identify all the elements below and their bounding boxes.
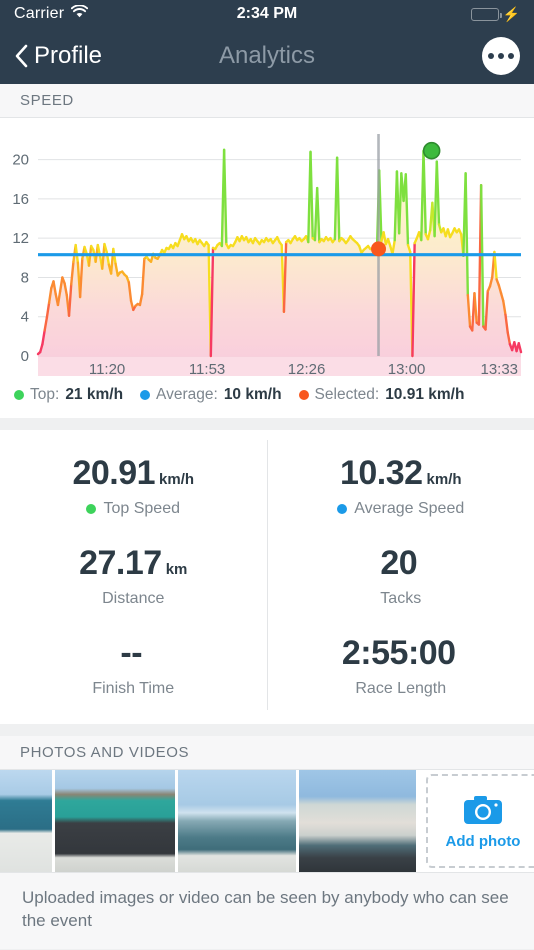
more-dot <box>508 53 514 59</box>
stat-tacks: 20 Tacks <box>266 530 534 620</box>
stat-label: Top Speed <box>86 500 180 518</box>
more-dot <box>498 53 504 59</box>
chart-legend: Top: 21 km/h Average: 10 km/h Selected: … <box>0 376 534 418</box>
camera-icon <box>464 795 502 824</box>
stat-label-text: Race Length <box>355 680 447 697</box>
section-divider <box>0 724 534 736</box>
stat-value: 20 <box>380 544 421 583</box>
stat-distance: 27.17 km Distance <box>0 530 267 620</box>
stat-number: 27.17 <box>79 544 162 582</box>
legend-label-top: Top: <box>30 386 60 403</box>
svg-text:12: 12 <box>12 230 29 247</box>
stat-value: -- <box>120 634 146 673</box>
stat-average-speed: 10.32 km/h Average Speed <box>266 440 534 530</box>
analytics-screen: Carrier 2:34 PM ⚡ Profile Analytics SPEE… <box>0 0 534 950</box>
stat-value: 10.32 km/h <box>340 454 462 493</box>
back-button[interactable]: Profile <box>14 42 102 70</box>
stat-value: 20.91 km/h <box>72 454 194 493</box>
legend-item-average: Average: 10 km/h <box>140 386 282 404</box>
stat-label: Distance <box>102 590 164 608</box>
stat-label: Race Length <box>355 680 446 698</box>
legend-label-average: Average: <box>156 386 218 403</box>
photo-thumbnail[interactable] <box>55 770 175 872</box>
svg-text:13:33: 13:33 <box>480 361 518 376</box>
stat-unit: km/h <box>426 471 462 488</box>
legend-dot-top <box>14 390 24 400</box>
stat-value: 27.17 km <box>79 544 187 583</box>
speed-section-header: SPEED <box>0 84 534 118</box>
svg-text:11:53: 11:53 <box>189 361 225 376</box>
svg-text:13:00: 13:00 <box>388 361 426 376</box>
battery-icon <box>470 7 502 21</box>
stat-number: -- <box>120 634 143 672</box>
legend-label-selected: Selected: <box>314 386 380 403</box>
stat-label-text: Distance <box>102 590 165 607</box>
stat-label-text: Finish Time <box>92 680 175 697</box>
photos-footer-note: Uploaded images or video can be seen by … <box>0 872 534 949</box>
speed-chart-card: 0 4 8 12 16 20 11:20 11:53 12:26 13:00 13:33 Top: … <box>0 118 534 418</box>
charging-bolt-icon: ⚡ <box>502 6 520 22</box>
stat-label: Finish Time <box>92 680 174 698</box>
stat-label-text: Average Speed <box>354 500 465 517</box>
stat-number: 2:55:00 <box>341 634 456 672</box>
add-photo-button[interactable]: Add photo <box>426 774 534 868</box>
back-button-label: Profile <box>34 42 103 69</box>
stat-dot-green <box>86 504 97 514</box>
legend-value-average: 10 km/h <box>223 386 282 403</box>
stat-label: Average Speed <box>337 500 464 518</box>
stat-unit: km <box>165 561 188 578</box>
stat-finish-time: -- Finish Time <box>0 620 267 710</box>
photos-strip[interactable]: Add photo <box>0 770 534 872</box>
status-bar-right: ⚡ <box>470 6 520 22</box>
more-dot <box>488 53 494 59</box>
photos-section-header: PHOTOS AND VIDEOS <box>0 736 534 770</box>
stat-dot-blue <box>337 504 348 514</box>
legend-item-selected: Selected: 10.91 km/h <box>298 386 465 404</box>
nav-bar: Profile Analytics <box>0 28 534 84</box>
carrier-label: Carrier <box>14 5 65 22</box>
stat-number: 20.91 <box>72 454 156 492</box>
photo-thumbnail[interactable] <box>299 770 416 872</box>
stat-number: 20 <box>380 544 418 582</box>
stat-number: 10.32 <box>339 454 423 492</box>
stat-label: Tacks <box>380 590 421 608</box>
more-options-button[interactable] <box>482 37 520 75</box>
speed-chart-svg[interactable]: 0 4 8 12 16 20 11:20 11:53 12:26 13:00 13:33 <box>0 122 534 376</box>
svg-text:16: 16 <box>12 191 29 208</box>
status-bar-left: Carrier <box>14 4 89 23</box>
photo-thumbnail[interactable] <box>178 770 296 872</box>
legend-value-selected: 10.91 km/h <box>385 386 465 403</box>
wifi-icon <box>71 4 89 23</box>
photo-thumbnail[interactable] <box>0 770 52 872</box>
stat-label-text: Top Speed <box>103 500 180 517</box>
svg-text:4: 4 <box>21 309 29 326</box>
svg-text:20: 20 <box>12 152 29 169</box>
stat-label-text: Tacks <box>380 590 422 607</box>
speed-chart[interactable]: 0 4 8 12 16 20 11:20 11:53 12:26 13:00 13:33 <box>0 118 534 376</box>
stats-grid: 20.91 km/h Top Speed 10.32 km/h Average … <box>0 430 534 724</box>
stat-unit: km/h <box>159 471 195 488</box>
stats-row: 27.17 km Distance 20 Tacks <box>0 530 534 620</box>
add-photo-label: Add photo <box>445 832 521 850</box>
stats-row: 20.91 km/h Top Speed 10.32 km/h Average … <box>0 440 534 530</box>
stat-race-length: 2:55:00 Race Length <box>266 620 534 710</box>
svg-text:12:26: 12:26 <box>288 361 326 376</box>
svg-text:8: 8 <box>21 269 29 286</box>
legend-dot-selected <box>298 390 309 400</box>
chevron-left-icon <box>15 44 28 68</box>
stats-row: -- Finish Time 2:55:00 Race Length <box>0 620 534 710</box>
legend-item-top: Top: 21 km/h <box>14 386 123 404</box>
svg-text:11:20: 11:20 <box>89 361 125 376</box>
status-bar: Carrier 2:34 PM ⚡ <box>0 0 534 28</box>
stat-top-speed: 20.91 km/h Top Speed <box>0 440 267 530</box>
stat-value: 2:55:00 <box>342 634 460 673</box>
svg-text:0: 0 <box>21 348 29 365</box>
legend-dot-average <box>140 390 151 400</box>
legend-value-top: 21 km/h <box>65 386 124 403</box>
section-divider <box>0 418 534 430</box>
